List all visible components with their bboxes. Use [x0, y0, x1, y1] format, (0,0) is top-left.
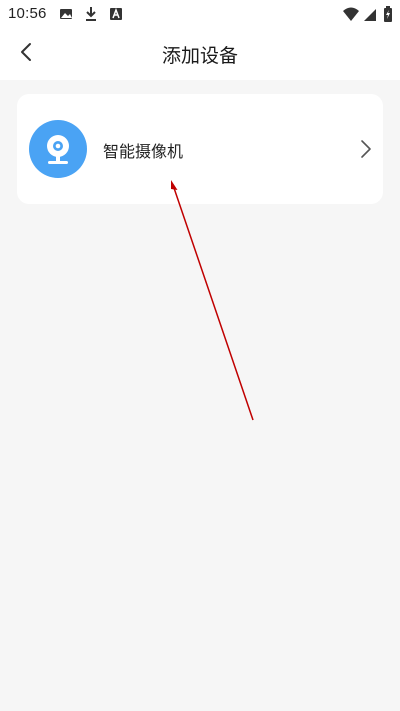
status-time: 10:56	[8, 5, 47, 22]
header-bar: 添加设备	[0, 28, 400, 80]
signal-icon	[362, 6, 378, 22]
status-bar: 10:56	[0, 0, 400, 28]
device-item-smart-camera[interactable]: 智能摄像机	[17, 94, 383, 204]
download-icon	[83, 6, 99, 22]
image-icon	[58, 6, 74, 22]
wifi-icon	[342, 6, 360, 22]
chevron-right-icon	[359, 138, 373, 160]
page-title: 添加设备	[161, 45, 238, 67]
battery-icon	[383, 6, 393, 22]
device-label: 智能摄像机	[103, 142, 184, 161]
font-icon	[108, 6, 124, 22]
camera-icon	[29, 120, 87, 178]
